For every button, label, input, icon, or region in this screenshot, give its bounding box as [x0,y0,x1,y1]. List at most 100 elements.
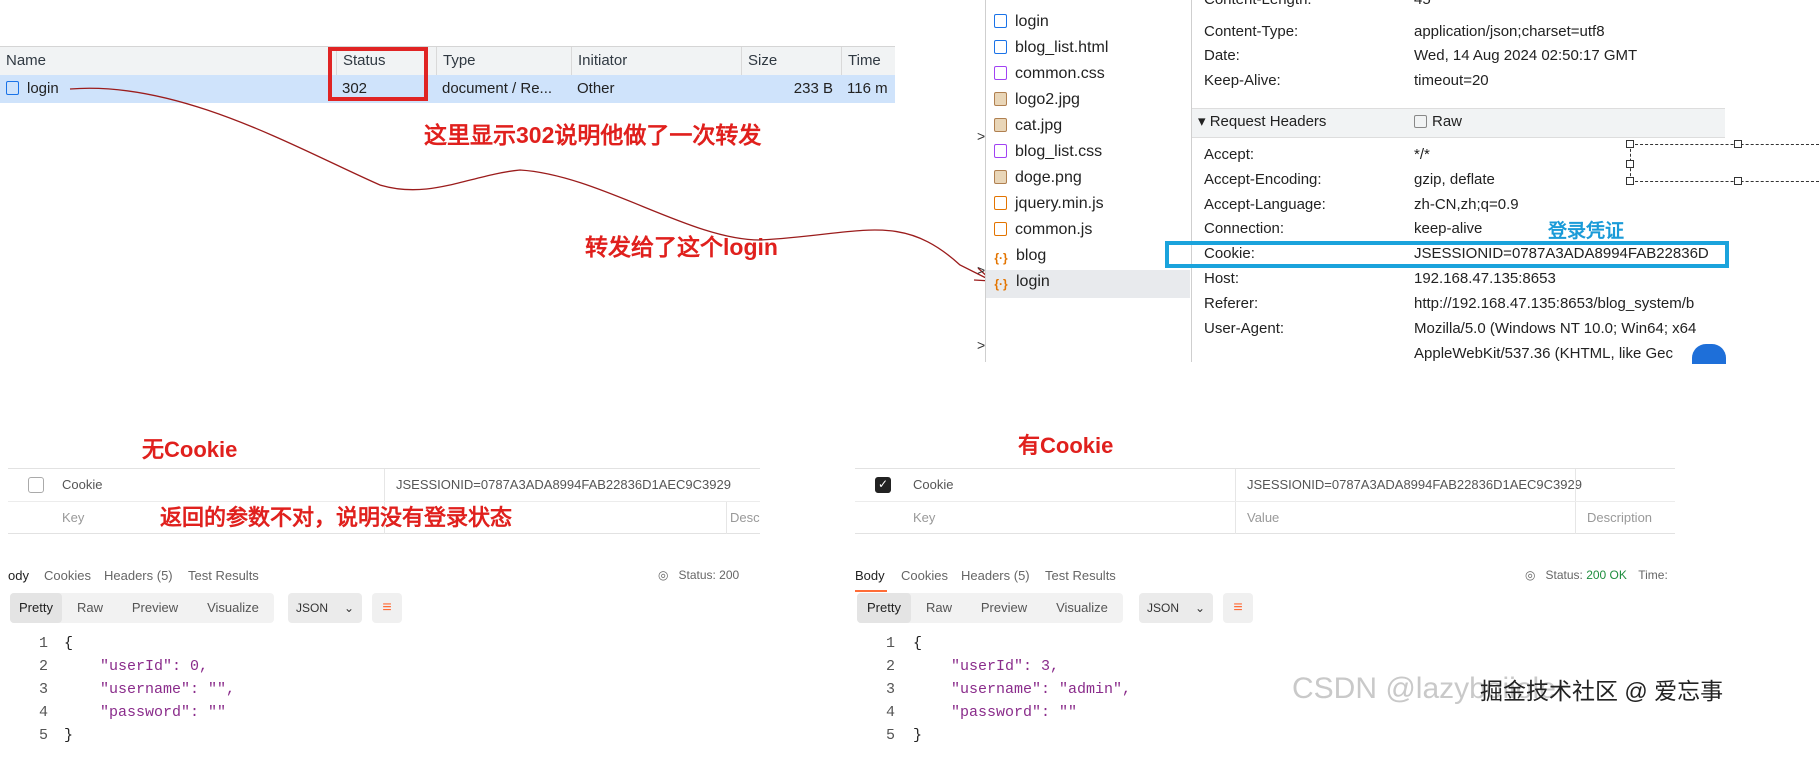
chevron-right-icon[interactable]: > [977,337,985,353]
file-item[interactable]: blog_list.css [994,140,1102,164]
cookie-highlight-box [1165,241,1729,268]
code-line: { [64,635,74,652]
document-icon [994,40,1007,54]
view-visualize[interactable]: Visualize [192,593,274,623]
column-divider [726,502,727,534]
annotation-wrong-params: 返回的参数不对，说明没有登录状态 [160,505,513,530]
param-row-cookie: ✓ Cookie JSESSIONID=0787A3ADA8994FAB2283… [855,469,1675,501]
annotation-login-credential: 登录凭证 [1548,221,1625,242]
file-item[interactable]: cat.jpg [994,114,1062,138]
file-item[interactable]: logo2.jpg [994,88,1080,112]
key-placeholder[interactable]: Key [913,502,935,534]
file-item[interactable]: {·} blog [994,244,1046,268]
selection-guide [1630,181,1819,182]
code-line: "username": "", [100,681,236,698]
response-body[interactable]: 1 2 3 4 5 { "userId": 0, "username": "",… [8,635,760,770]
file-item-selected[interactable]: {·} login [994,270,1049,294]
resize-handle[interactable] [1626,177,1634,185]
column-divider [1575,469,1576,501]
stylesheet-icon [994,144,1007,158]
chevron-right-icon[interactable]: > [977,262,985,278]
wrap-lines-icon[interactable]: ≡ [1223,593,1253,623]
view-preview[interactable]: Preview [967,593,1041,623]
chevron-right-icon[interactable]: > [977,128,985,144]
resize-handle[interactable] [1734,140,1742,148]
line-number: 3 [885,681,895,698]
param-value[interactable]: JSESSIONID=0787A3ADA8994FAB22836D1AEC9C3… [396,469,731,501]
globe-icon: ◎ [1525,568,1536,582]
code-line: "userId": 0, [100,658,209,675]
active-tab-underline [855,590,887,592]
line-number: 4 [38,704,48,721]
code-line: "password": "" [100,704,227,721]
desc-placeholder[interactable]: Description [1587,502,1652,534]
tab-cookies[interactable]: Cookies [44,568,91,583]
tab-body[interactable]: Body [855,568,885,583]
tab-cookies[interactable]: Cookies [901,568,948,583]
value-placeholder[interactable]: Value [1247,502,1279,534]
cookie-checkbox-checked[interactable]: ✓ [875,477,891,493]
view-preview[interactable]: Preview [118,593,192,623]
resize-handle[interactable] [1734,177,1742,185]
view-raw[interactable]: Raw [911,593,967,623]
view-mode-segment: Pretty Raw Preview Visualize [857,593,1123,623]
postman-left: Cookie JSESSIONID=0787A3ADA8994FAB22836D… [8,468,760,768]
desc-placeholder[interactable]: Desc [730,502,760,534]
script-icon [994,196,1007,210]
tab-test-results[interactable]: Test Results [1045,568,1116,583]
file-item[interactable]: doge.png [994,166,1082,190]
line-number: 1 [38,635,48,652]
view-pretty[interactable]: Pretty [857,593,911,623]
code-line: "username": "admin", [951,681,1132,698]
key-placeholder[interactable]: Key [62,502,84,534]
format-select[interactable]: JSON ⌄ [1139,593,1213,623]
fetch-icon: {·} [994,277,1008,291]
tab-headers[interactable]: Headers (5) [104,568,173,583]
file-item[interactable]: common.css [994,62,1105,86]
param-key[interactable]: Cookie [62,469,102,501]
code-line: { [913,635,923,652]
param-row-cookie: Cookie JSESSIONID=0787A3ADA8994FAB22836D… [8,469,760,501]
stylesheet-icon [994,66,1007,80]
raw-checkbox[interactable] [1414,115,1427,128]
line-number: 4 [885,704,895,721]
chevron-down-icon: ⌄ [1194,601,1205,615]
file-item[interactable]: jquery.min.js [994,192,1104,216]
script-icon [994,222,1007,236]
code-line: "password": "" [951,704,1078,721]
view-mode-segment: Pretty Raw Preview Visualize [10,593,274,623]
file-item[interactable]: login [994,10,1049,34]
param-key[interactable]: Cookie [913,469,953,501]
avatar-badge [1692,344,1726,364]
cookie-params-table: ✓ Cookie JSESSIONID=0787A3ADA8994FAB2283… [855,468,1675,534]
raw-label: Raw [1432,113,1463,130]
annotation-has-cookie: 有Cookie [1018,433,1114,458]
line-number: 3 [38,681,48,698]
column-divider [1235,502,1236,534]
cookie-checkbox[interactable] [28,477,44,493]
view-pretty[interactable]: Pretty [10,593,62,623]
format-select[interactable]: JSON ⌄ [288,593,362,623]
devtools-panel: > > > login blog_list.html common.css lo… [977,0,1725,362]
request-headers-section[interactable]: ▾ Request Headers Raw [1192,108,1725,138]
response-toolbar: Pretty Raw Preview Visualize JSON ⌄ ≡ [855,593,1675,623]
column-divider [1235,469,1236,501]
file-item[interactable]: common.js [994,218,1092,242]
view-raw[interactable]: Raw [62,593,118,623]
globe-icon: ◎ [658,568,669,582]
tab-headers[interactable]: Headers (5) [961,568,1030,583]
resize-handle[interactable] [1626,160,1634,168]
param-value[interactable]: JSESSIONID=0787A3ADA8994FAB22836D1AEC9C3… [1247,469,1582,501]
view-visualize[interactable]: Visualize [1041,593,1123,623]
request-file-list: > > > login blog_list.html common.css lo… [977,0,1192,362]
file-item[interactable]: blog_list.html [994,36,1108,60]
tab-test-results[interactable]: Test Results [188,568,259,583]
tab-body[interactable]: ody [8,568,29,583]
resize-handle[interactable] [1626,140,1634,148]
response-toolbar: Pretty Raw Preview Visualize JSON ⌄ ≡ [8,593,760,623]
param-row-empty: Key Value Description [855,501,1675,534]
request-headers-title[interactable]: ▾ Request Headers [1198,109,1326,135]
fetch-icon: {·} [994,251,1008,265]
wrap-lines-icon[interactable]: ≡ [372,593,402,623]
image-icon [994,170,1007,184]
